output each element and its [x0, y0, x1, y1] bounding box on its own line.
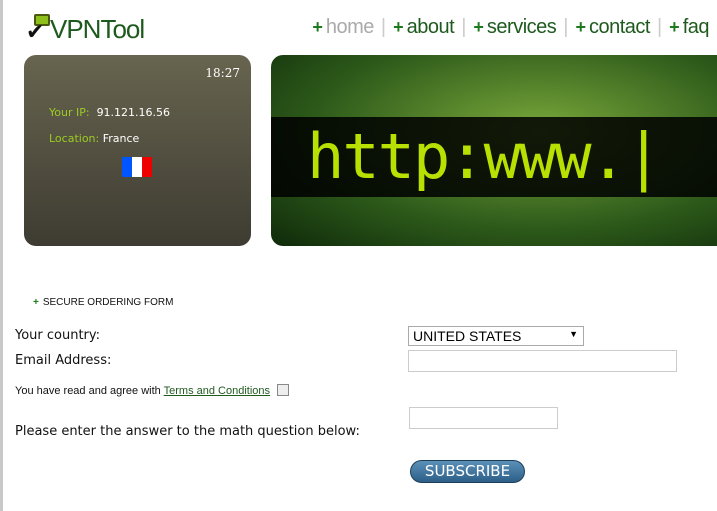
- ip-row: Your IP: 91.121.16.56: [49, 106, 170, 119]
- nav-home[interactable]: home: [326, 16, 375, 39]
- math-answer-input[interactable]: [409, 407, 558, 429]
- nav-contact[interactable]: contact: [589, 16, 650, 39]
- nav-services[interactable]: services: [487, 16, 557, 39]
- hero-banner: http:www.|: [271, 55, 717, 246]
- brand-name: VPNTool: [50, 14, 145, 44]
- section-title-text: SECURE ORDERING FORM: [42, 297, 174, 308]
- logo[interactable]: ✔ VPNTool: [26, 14, 145, 45]
- math-label: Please enter the answer to the math ques…: [15, 424, 360, 439]
- nav-faq[interactable]: faq: [683, 16, 710, 39]
- logo-check-icon: ✔: [26, 14, 50, 45]
- ip-value: 91.121.16.56: [96, 106, 171, 119]
- france-flag-icon: [122, 157, 152, 177]
- nav-divider: |: [656, 16, 663, 38]
- location-value: France: [102, 132, 140, 145]
- email-input[interactable]: [408, 350, 677, 372]
- email-label: Email Address:: [15, 353, 112, 368]
- subscribe-button[interactable]: SUBSCRIBE: [410, 460, 525, 483]
- banner-text: http:www.|: [307, 120, 662, 193]
- chevron-down-icon: ▼: [569, 329, 578, 339]
- ip-label: Your IP:: [49, 106, 90, 119]
- nav-about[interactable]: about: [407, 16, 455, 39]
- plus-icon: +: [33, 297, 39, 308]
- clock: 18:27: [205, 66, 240, 80]
- plus-icon: +: [312, 17, 323, 37]
- plus-icon: +: [575, 17, 586, 37]
- country-select[interactable]: UNITED STATES ▼: [408, 326, 584, 346]
- nav-divider: |: [380, 16, 387, 38]
- main-nav: + home | + about | + services | + contact | + faq: [312, 16, 709, 39]
- country-value: UNITED STATES: [413, 328, 522, 344]
- plus-icon: +: [473, 17, 484, 37]
- terms-link[interactable]: Terms and Conditions: [164, 385, 270, 397]
- plus-icon: +: [669, 17, 680, 37]
- nav-divider: |: [563, 16, 569, 38]
- nav-divider: |: [461, 16, 467, 38]
- country-label: Your country:: [15, 328, 101, 343]
- location-row: Location: France: [49, 132, 139, 145]
- plus-icon: +: [393, 17, 404, 37]
- location-label: Location:: [49, 132, 100, 145]
- terms-prefix: You have read and agree with: [15, 385, 161, 397]
- terms-text: You have read and agree with Terms and C…: [15, 385, 270, 397]
- left-border: [0, 0, 3, 511]
- terms-checkbox[interactable]: [277, 384, 289, 396]
- ip-status-panel: 18:27 Your IP: 91.121.16.56 Location: Fr…: [24, 55, 251, 246]
- section-title: + SECURE ORDERING FORM: [33, 297, 173, 308]
